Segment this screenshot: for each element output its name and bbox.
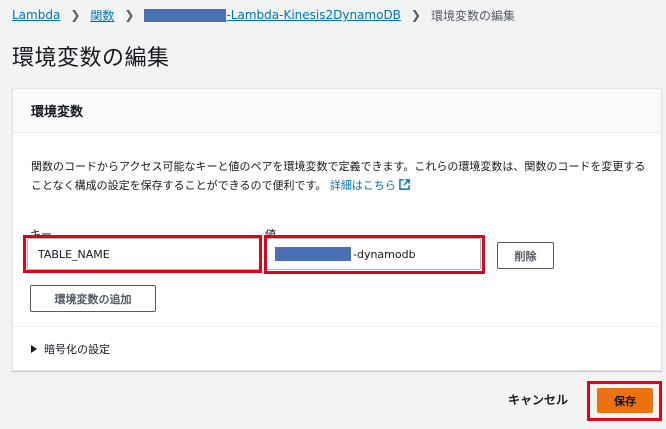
breadcrumb: Lambda ❯ 関数 ❯ -Lambda-Kinesis2DynamoDB ❯…: [12, 6, 515, 24]
value-input-value: -dynamodb: [353, 247, 416, 261]
redacted-block: [275, 247, 351, 261]
encryption-config-label: 暗号化の設定: [44, 343, 110, 356]
encryption-config-toggle[interactable]: 暗号化の設定: [31, 341, 110, 357]
external-link-icon: [399, 179, 410, 190]
caret-right-icon: [31, 345, 37, 353]
breadcrumb-current: 環境変数の編集: [430, 8, 515, 23]
learn-more-label: 詳細はこちら: [329, 179, 396, 192]
save-button[interactable]: 保存: [597, 388, 653, 413]
breadcrumb-lambda-link[interactable]: Lambda: [12, 8, 60, 22]
learn-more-link[interactable]: 詳細はこちら: [330, 179, 410, 192]
breadcrumb-function-name: -Lambda-Kinesis2DynamoDB: [226, 8, 401, 22]
breadcrumb-function-link[interactable]: -Lambda-Kinesis2DynamoDB: [144, 8, 401, 22]
env-vars-panel: 環境変数 関数のコードからアクセス可能なキーと値のペアを環境変数で定義できます。…: [12, 88, 662, 371]
chevron-right-icon: ❯: [124, 8, 135, 22]
cancel-button[interactable]: キャンセル: [508, 391, 568, 408]
breadcrumb-functions-link[interactable]: 関数: [90, 7, 114, 24]
panel-description: 関数のコードからアクセス可能なキーと値のペアを環境変数で定義できます。これらの環…: [31, 157, 647, 195]
value-input[interactable]: -dynamodb: [266, 238, 481, 270]
chevron-right-icon: ❯: [70, 8, 81, 22]
add-env-var-button[interactable]: 環境変数の追加: [30, 285, 156, 312]
panel-header: 環境変数: [13, 89, 661, 133]
page-title: 環境変数の編集: [12, 46, 170, 71]
key-input-value: TABLE_NAME: [38, 247, 110, 261]
divider: [13, 326, 661, 327]
redacted-block: [144, 9, 227, 22]
delete-button[interactable]: 削除: [497, 242, 554, 269]
key-input[interactable]: TABLE_NAME: [27, 238, 260, 270]
chevron-right-icon: ❯: [410, 8, 421, 22]
